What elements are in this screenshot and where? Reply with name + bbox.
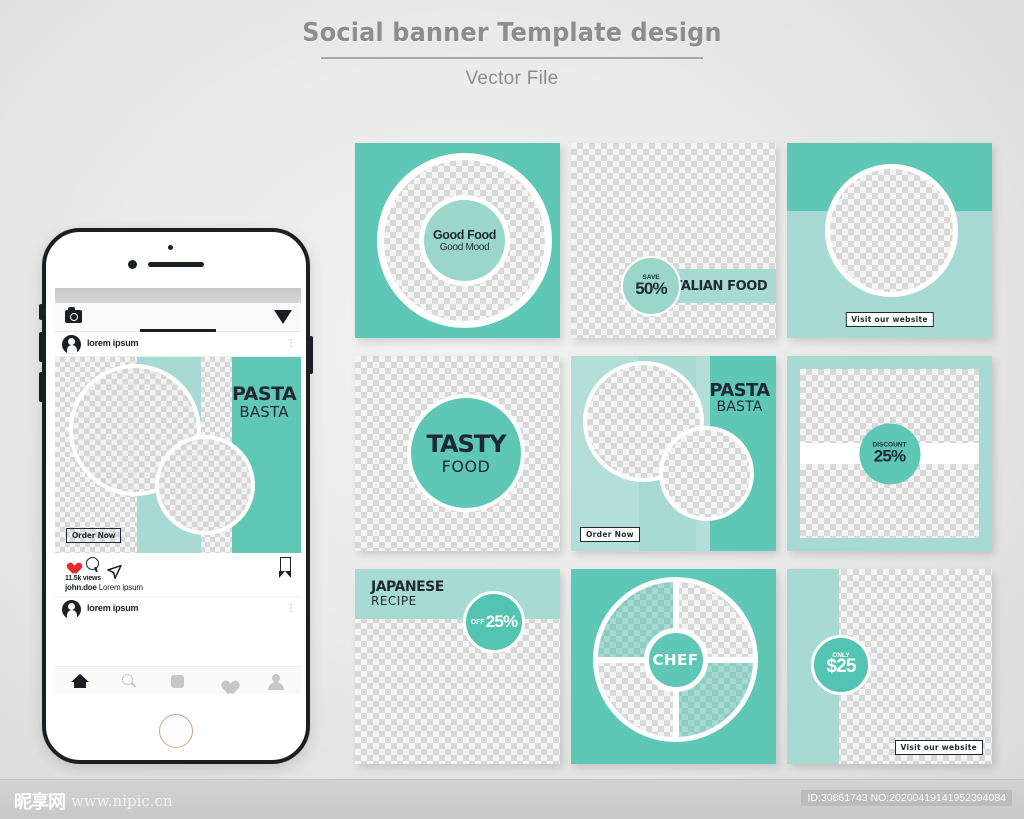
japanese-recipe-text: JAPANESE RECIPE xyxy=(371,579,444,608)
brand-url: www.nipic.cn xyxy=(71,792,173,810)
pasta-subheadline: BASTA xyxy=(716,399,763,415)
post-caption-user[interactable]: john.doe xyxy=(65,583,97,592)
page-title: Social banner Template design xyxy=(302,18,722,48)
phone-screen: lorem ipsum ⋯ PASTA BASTA Order Now 11.5… xyxy=(55,288,301,694)
phone-volume-up-button[interactable] xyxy=(39,332,43,362)
banner-tile-visit-website-circle[interactable]: Visit our website xyxy=(787,143,992,338)
tasty-food-line1: TASTY xyxy=(426,430,506,458)
order-now-button-wrap: Order Now xyxy=(580,524,640,542)
italian-food-label: ITALIAN FOOD xyxy=(669,278,768,294)
post-headline: PASTA xyxy=(232,383,297,405)
off-badge: OFF 25% xyxy=(463,591,525,653)
bookmark-icon[interactable] xyxy=(279,557,292,578)
photo-placeholder-small xyxy=(659,426,754,521)
asset-id-badge: ID:30861743 NO:20200419141952394084 xyxy=(801,790,1012,806)
post-actions xyxy=(55,553,301,579)
pasta-headline: PASTA xyxy=(709,380,770,401)
post-caption: john.doe Lorem ipsum xyxy=(65,583,301,592)
banner-tile-japanese-recipe[interactable]: JAPANESE RECIPE OFF 25% xyxy=(355,569,560,764)
post-headline-block: PASTA BASTA xyxy=(232,383,297,421)
photo-placeholder-circle xyxy=(825,164,958,297)
tasty-food-line2: FOOD xyxy=(441,457,491,476)
banner-tile-good-food[interactable]: Good Food Good Mood xyxy=(355,143,560,338)
status-bar xyxy=(55,288,301,303)
banner-tile-only-25[interactable]: ONLY $25 Visit our website xyxy=(787,569,992,764)
visit-website-button[interactable]: Visit our website xyxy=(894,740,983,755)
save-badge: SAVE 50% xyxy=(621,256,681,316)
phone-power-button[interactable] xyxy=(309,336,313,374)
post-subheadline: BASTA xyxy=(239,403,289,421)
phone-mockup: lorem ipsum ⋯ PASTA BASTA Order Now 11.5… xyxy=(39,228,313,764)
visit-website-button[interactable]: Visit our website xyxy=(845,312,934,327)
more-options-icon[interactable]: ⋯ xyxy=(285,338,296,348)
next-post-header: lorem ipsum ⋯ xyxy=(55,596,301,619)
phone-volume-down-button[interactable] xyxy=(39,372,43,402)
page-header: Social banner Template design Vector Fil… xyxy=(0,18,1024,90)
heart-icon[interactable] xyxy=(65,558,78,570)
discount-badge-value: 25% xyxy=(873,446,906,465)
banner-tile-pasta-basta[interactable]: PASTA BASTA Order Now xyxy=(571,356,776,551)
tasty-food-badge: TASTY FOOD xyxy=(407,394,525,512)
search-icon[interactable] xyxy=(120,673,138,689)
person-icon[interactable] xyxy=(267,673,285,690)
next-post-username[interactable]: lorem ipsum xyxy=(87,603,139,613)
visit-website-button-wrap: Visit our website xyxy=(894,737,983,755)
home-icon[interactable] xyxy=(70,673,89,689)
only-badge: ONLY $25 xyxy=(811,635,871,695)
brand-name-cn: 昵享网 xyxy=(14,792,66,813)
comment-icon[interactable] xyxy=(86,557,99,570)
only-badge-value: $25 xyxy=(826,656,856,677)
footer-watermark-bar: 昵享网 www.nipic.cn ID:30861743 NO:20200419… xyxy=(0,779,1024,819)
post-username[interactable]: lorem ipsum xyxy=(87,338,139,348)
japanese-recipe-line1: JAPANESE xyxy=(371,579,444,595)
discount-badge: DISCOUNT 25% xyxy=(859,423,920,484)
activity-heart-icon[interactable] xyxy=(218,673,236,689)
site-brand[interactable]: 昵享网 www.nipic.cn xyxy=(14,788,173,814)
share-send-icon[interactable] xyxy=(107,557,122,579)
order-now-button[interactable]: Order Now xyxy=(580,527,640,542)
phone-front-camera xyxy=(128,260,137,269)
phone-earpiece-speaker xyxy=(148,262,204,267)
off-badge-small: OFF xyxy=(470,618,485,626)
post-header: lorem ipsum ⋯ xyxy=(55,332,301,357)
visit-website-button-wrap: Visit our website xyxy=(845,309,934,327)
japanese-recipe-line2: RECIPE xyxy=(371,594,417,608)
save-badge-value: 50% xyxy=(635,278,667,298)
chef-label: CHEF xyxy=(652,650,699,669)
phone-mute-button[interactable] xyxy=(39,304,43,320)
avatar[interactable] xyxy=(62,600,81,619)
page-subtitle: Vector File xyxy=(465,68,559,89)
post-views: 11.5k views xyxy=(65,575,101,582)
banner-tile-italian-food[interactable]: ITALIAN FOOD SAVE 50% xyxy=(571,143,776,338)
order-now-button[interactable]: Order Now xyxy=(66,528,122,543)
post-photo-placeholder-small xyxy=(155,435,255,535)
camera-icon[interactable] xyxy=(65,307,82,323)
bottom-tab-bar xyxy=(55,666,301,694)
app-top-bar xyxy=(55,303,301,333)
banner-tile-chef[interactable]: CHEF xyxy=(571,569,776,764)
good-food-line1: Good Food xyxy=(432,228,497,242)
good-food-badge: Good Food Good Mood xyxy=(419,195,510,286)
pasta-headline-block: PASTA BASTA xyxy=(708,380,771,415)
add-square-icon[interactable] xyxy=(169,673,187,689)
banner-tile-tasty-food[interactable]: TASTY FOOD xyxy=(355,356,560,551)
send-icon[interactable] xyxy=(274,310,292,324)
more-options-icon[interactable]: ⋯ xyxy=(285,603,296,613)
header-divider xyxy=(321,57,703,59)
phone-sensor xyxy=(168,245,173,250)
phone-home-button[interactable] xyxy=(159,714,193,748)
avatar[interactable] xyxy=(62,335,81,354)
banner-tile-discount-25[interactable]: DISCOUNT 25% xyxy=(787,356,992,551)
good-food-line2: Good Mood xyxy=(439,242,490,253)
off-badge-value: 25% xyxy=(485,612,518,631)
post-image: PASTA BASTA Order Now xyxy=(55,357,301,553)
tile6-inner: DISCOUNT 25% xyxy=(800,369,979,538)
post-caption-text: Lorem ipsum xyxy=(98,583,143,592)
chef-hub: CHEF xyxy=(643,627,708,692)
